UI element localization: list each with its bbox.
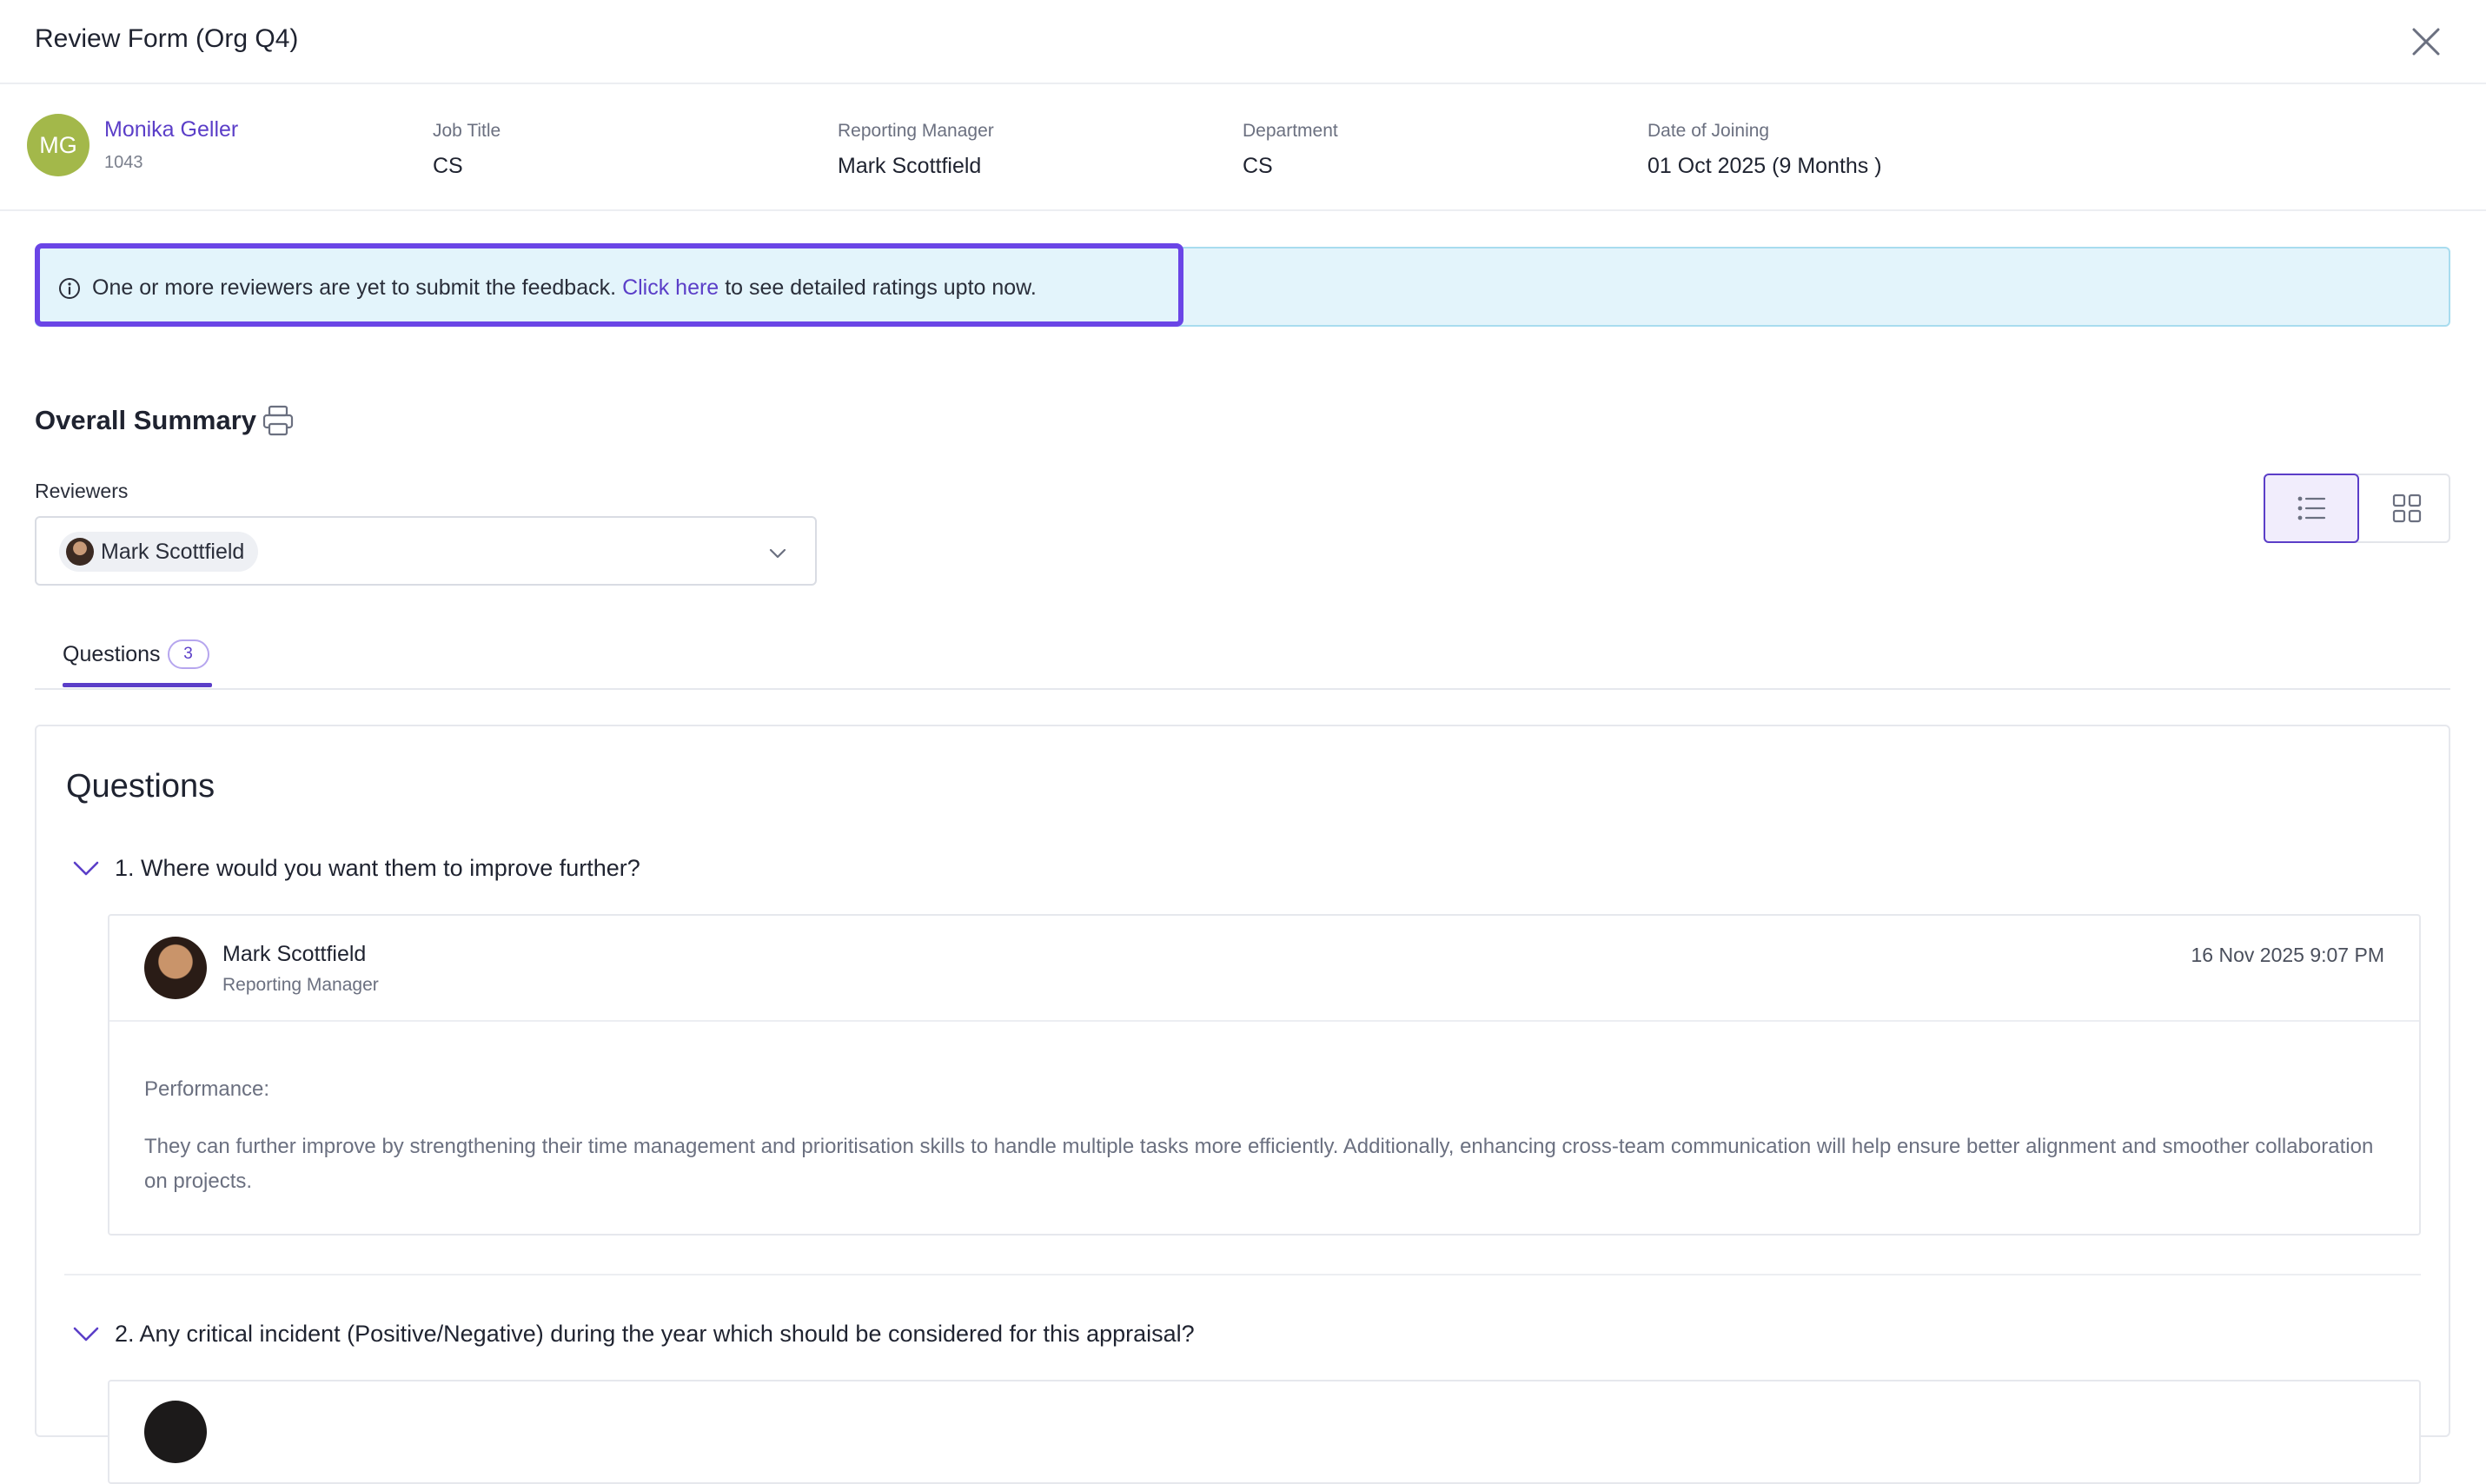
page-title: Review Form (Org Q4)	[35, 24, 299, 53]
print-button[interactable]	[261, 403, 295, 438]
view-toggle	[2264, 474, 2450, 543]
answer-category-label: Performance:	[144, 1077, 270, 1101]
chevron-down-icon	[73, 1327, 99, 1342]
reporting-manager-value: Mark Scottfield	[838, 154, 982, 178]
list-view-icon	[2297, 496, 2326, 520]
banner-message-end: to see detailed ratings upto now.	[725, 275, 1037, 300]
answer-card: Mark Scottfield Reporting Manager 16 Nov…	[108, 914, 2421, 1236]
questions-panel: Questions 1. Where would you want them t…	[35, 725, 2450, 1484]
grid-view-button[interactable]	[2361, 474, 2452, 543]
question-2-toggle[interactable]: 2. Any critical incident (Positive/Negat…	[71, 1319, 1195, 1348]
employee-name-link[interactable]: Monika Geller	[104, 117, 238, 142]
close-button[interactable]	[2409, 24, 2443, 59]
tab-bar: Questions 3	[35, 620, 2450, 690]
answer-timestamp: 16 Nov 2025 9:07 PM	[2191, 944, 2384, 966]
department-label: Department	[1243, 121, 1338, 141]
department-field: Department CS	[1243, 121, 1338, 179]
question-1-toggle[interactable]: 1. Where would you want them to improve …	[71, 853, 640, 883]
banner-click-here-link[interactable]: Click here	[622, 275, 719, 301]
employee-id: 1043	[104, 153, 143, 172]
info-banner-text: One or more reviewers are yet to submit …	[57, 275, 1037, 301]
date-of-joining-label: Date of Joining	[1647, 121, 1770, 141]
chevron-down-icon	[73, 861, 99, 876]
modal-header: Review Form (Org Q4)	[0, 0, 2486, 84]
tab-questions[interactable]: Questions 3	[63, 639, 209, 669]
reporting-manager-label: Reporting Manager	[838, 121, 994, 141]
reviewer-avatar	[144, 937, 207, 999]
reviewer-chip-avatar	[66, 538, 94, 566]
date-of-joining-field: Date of Joining 01 Oct 2025 (9 Months )	[1647, 121, 1882, 179]
list-view-button[interactable]	[2264, 474, 2359, 543]
employee-info-bar: MG Monika Geller 1043 Job Title CS Repor…	[0, 84, 2486, 211]
banner-message: One or more reviewers are yet to submit …	[92, 275, 617, 300]
printer-icon	[262, 405, 294, 436]
job-title-field: Job Title CS	[433, 121, 501, 179]
question-divider	[64, 1274, 2421, 1275]
reviewer-role: Reporting Manager	[222, 975, 379, 995]
questions-panel-title: Questions	[66, 768, 215, 805]
tab-active-indicator	[63, 683, 212, 687]
reviewer-chip-label: Mark Scottfield	[101, 539, 245, 564]
job-title-value: CS	[433, 154, 463, 178]
info-icon	[59, 277, 80, 299]
reporting-manager-field: Reporting Manager Mark Scottfield	[838, 121, 994, 179]
answer-card	[108, 1380, 2421, 1484]
reviewers-select[interactable]: Mark Scottfield	[35, 516, 817, 586]
reviewer-chip[interactable]: Mark Scottfield	[59, 532, 259, 572]
employee-avatar: MG	[27, 114, 89, 176]
chevron-down-icon	[769, 548, 786, 559]
tab-questions-label: Questions	[63, 641, 161, 666]
answer-text: They can further improve by strengthenin…	[144, 1135, 2374, 1193]
question-2-label: 2. Any critical incident (Positive/Negat…	[115, 1320, 1195, 1347]
overall-summary-title: Overall Summary	[35, 405, 257, 435]
department-value: CS	[1243, 154, 1273, 178]
grid-view-icon	[2392, 494, 2421, 523]
reviewers-label: Reviewers	[35, 480, 129, 502]
close-icon	[2412, 28, 2440, 56]
tab-questions-count-badge: 3	[167, 639, 209, 669]
date-of-joining-value: 01 Oct 2025 (9 Months )	[1647, 154, 1882, 178]
reviewer-name: Mark Scottfield	[222, 942, 367, 966]
job-title-label: Job Title	[433, 121, 501, 141]
answer-card-header: Mark Scottfield Reporting Manager 16 Nov…	[109, 916, 2419, 1022]
question-1-label: 1. Where would you want them to improve …	[115, 854, 640, 881]
